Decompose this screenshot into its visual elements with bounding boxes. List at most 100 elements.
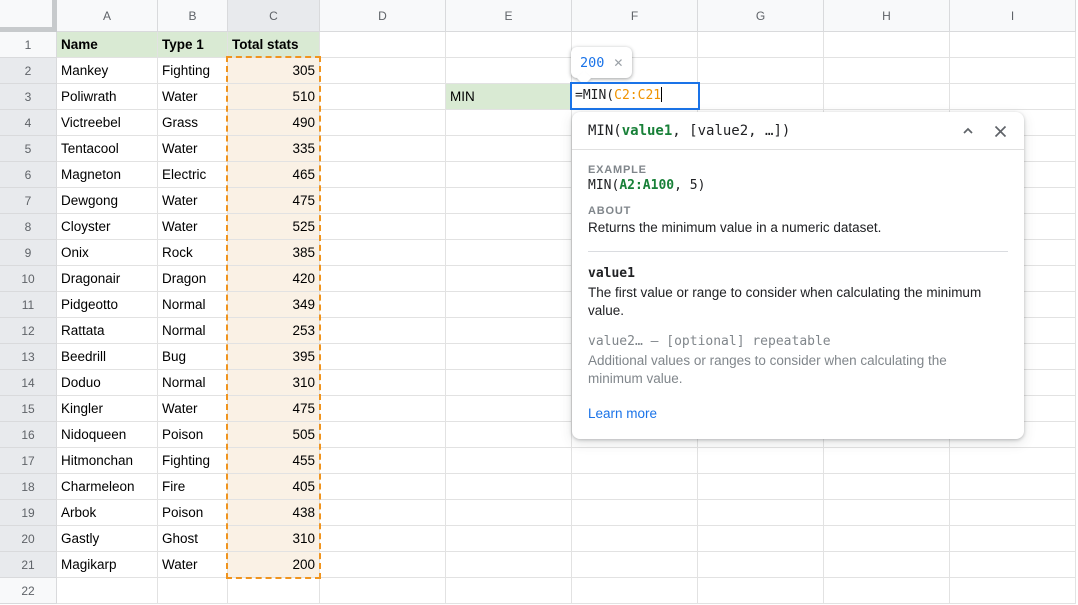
cell-B22[interactable] [158, 578, 228, 604]
cell-D1[interactable] [320, 32, 446, 58]
cell-E20[interactable] [446, 526, 572, 552]
cell-B10[interactable]: Dragon [158, 266, 228, 292]
cell-G1[interactable] [698, 32, 824, 58]
cell-D6[interactable] [320, 162, 446, 188]
row-header-14[interactable]: 14 [0, 370, 57, 396]
cell-I20[interactable] [950, 526, 1076, 552]
cell-D8[interactable] [320, 214, 446, 240]
cell-A16[interactable]: Nidoqueen [57, 422, 158, 448]
cell-B7[interactable]: Water [158, 188, 228, 214]
cell-B15[interactable]: Water [158, 396, 228, 422]
cell-I18[interactable] [950, 474, 1076, 500]
cell-C20[interactable]: 310 [228, 526, 320, 552]
row-header-22[interactable]: 22 [0, 578, 57, 604]
cell-H22[interactable] [824, 578, 950, 604]
cell-B19[interactable]: Poison [158, 500, 228, 526]
row-header-15[interactable]: 15 [0, 396, 57, 422]
cell-D11[interactable] [320, 292, 446, 318]
cell-A2[interactable]: Mankey [57, 58, 158, 84]
cell-H18[interactable] [824, 474, 950, 500]
row-header-5[interactable]: 5 [0, 136, 57, 162]
cell-B11[interactable]: Normal [158, 292, 228, 318]
cell-I21[interactable] [950, 552, 1076, 578]
cell-F22[interactable] [572, 578, 698, 604]
cell-G21[interactable] [698, 552, 824, 578]
cell-C21[interactable]: 200 [228, 552, 320, 578]
cell-A11[interactable]: Pidgeotto [57, 292, 158, 318]
cell-E8[interactable] [446, 214, 572, 240]
cell-E6[interactable] [446, 162, 572, 188]
cell-C18[interactable]: 405 [228, 474, 320, 500]
cell-A15[interactable]: Kingler [57, 396, 158, 422]
cell-H3[interactable] [824, 84, 950, 110]
cell-A22[interactable] [57, 578, 158, 604]
cell-F21[interactable] [572, 552, 698, 578]
row-header-20[interactable]: 20 [0, 526, 57, 552]
cell-E21[interactable] [446, 552, 572, 578]
cell-G22[interactable] [698, 578, 824, 604]
cell-A1[interactable]: Name [57, 32, 158, 58]
cell-E9[interactable] [446, 240, 572, 266]
cell-D13[interactable] [320, 344, 446, 370]
cell-D21[interactable] [320, 552, 446, 578]
row-header-17[interactable]: 17 [0, 448, 57, 474]
cell-D16[interactable] [320, 422, 446, 448]
row-header-4[interactable]: 4 [0, 110, 57, 136]
cell-D22[interactable] [320, 578, 446, 604]
cell-B2[interactable]: Fighting [158, 58, 228, 84]
cell-I3[interactable] [950, 84, 1076, 110]
cell-E18[interactable] [446, 474, 572, 500]
cell-B12[interactable]: Normal [158, 318, 228, 344]
column-header-E[interactable]: E [446, 0, 572, 32]
cell-D20[interactable] [320, 526, 446, 552]
row-header-13[interactable]: 13 [0, 344, 57, 370]
row-header-19[interactable]: 19 [0, 500, 57, 526]
cell-D15[interactable] [320, 396, 446, 422]
cell-A9[interactable]: Onix [57, 240, 158, 266]
cell-A13[interactable]: Beedrill [57, 344, 158, 370]
cell-E15[interactable] [446, 396, 572, 422]
cell-D2[interactable] [320, 58, 446, 84]
cell-G18[interactable] [698, 474, 824, 500]
cell-G2[interactable] [698, 58, 824, 84]
cell-E7[interactable] [446, 188, 572, 214]
column-header-B[interactable]: B [158, 0, 228, 32]
cell-D9[interactable] [320, 240, 446, 266]
active-cell-editor[interactable]: =MIN(C2:C21 [570, 82, 700, 110]
cell-E10[interactable] [446, 266, 572, 292]
cell-C7[interactable]: 475 [228, 188, 320, 214]
select-all-corner[interactable] [0, 0, 57, 32]
cell-C22[interactable] [228, 578, 320, 604]
collapse-chevron-up-icon[interactable] [961, 124, 975, 138]
cell-E2[interactable] [446, 58, 572, 84]
cell-B13[interactable]: Bug [158, 344, 228, 370]
column-header-D[interactable]: D [320, 0, 446, 32]
cell-F18[interactable] [572, 474, 698, 500]
cell-G19[interactable] [698, 500, 824, 526]
cell-E3[interactable]: MIN [446, 84, 572, 110]
cell-D19[interactable] [320, 500, 446, 526]
cell-I22[interactable] [950, 578, 1076, 604]
cell-I19[interactable] [950, 500, 1076, 526]
cell-G20[interactable] [698, 526, 824, 552]
cell-C17[interactable]: 455 [228, 448, 320, 474]
row-header-7[interactable]: 7 [0, 188, 57, 214]
cell-F19[interactable] [572, 500, 698, 526]
row-header-18[interactable]: 18 [0, 474, 57, 500]
cell-H17[interactable] [824, 448, 950, 474]
cell-C15[interactable]: 475 [228, 396, 320, 422]
cell-I1[interactable] [950, 32, 1076, 58]
cell-D3[interactable] [320, 84, 446, 110]
cell-H19[interactable] [824, 500, 950, 526]
close-icon[interactable]: ✕ [613, 56, 623, 70]
cell-C12[interactable]: 253 [228, 318, 320, 344]
row-header-11[interactable]: 11 [0, 292, 57, 318]
cell-I17[interactable] [950, 448, 1076, 474]
cell-I2[interactable] [950, 58, 1076, 84]
row-header-16[interactable]: 16 [0, 422, 57, 448]
cell-C19[interactable]: 438 [228, 500, 320, 526]
cell-E19[interactable] [446, 500, 572, 526]
cell-D5[interactable] [320, 136, 446, 162]
cell-C14[interactable]: 310 [228, 370, 320, 396]
cell-C10[interactable]: 420 [228, 266, 320, 292]
